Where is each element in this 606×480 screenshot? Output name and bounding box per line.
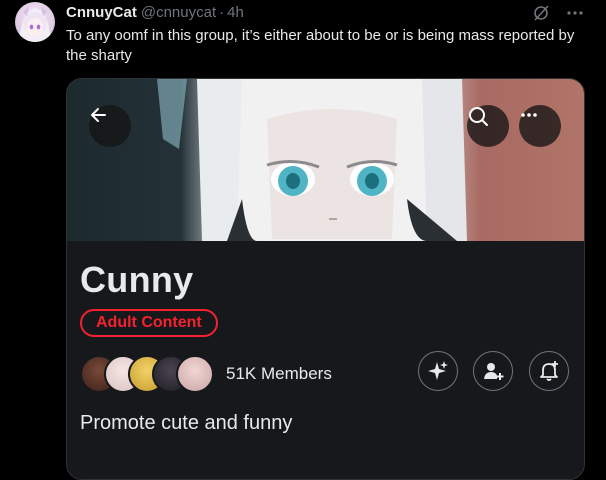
- tweet-header-actions: [532, 4, 584, 22]
- member-avatars[interactable]: [80, 355, 216, 393]
- tweet-header: CnnuyCat @cnnuycat · 4h: [66, 4, 244, 22]
- grok-icon[interactable]: [532, 4, 550, 22]
- more-icon: [521, 113, 537, 117]
- tweet-text: To any oomf in this group, it’s either a…: [66, 27, 575, 64]
- author-avatar[interactable]: [15, 2, 55, 42]
- invite-member-button[interactable]: [473, 351, 513, 391]
- more-icon[interactable]: [566, 4, 584, 22]
- tweet[interactable]: CnnuyCat @cnnuycat · 4h To any oomf in this…: [0, 0, 606, 480]
- add-member-icon: [484, 363, 504, 380]
- notification-bell-icon: [540, 361, 558, 381]
- tweet-timestamp[interactable]: 4h: [227, 4, 244, 21]
- author-handle[interactable]: @cnnuycat: [141, 4, 216, 21]
- adult-content-badge: Adult Content: [80, 309, 218, 337]
- author-name[interactable]: CnnuyCat: [66, 4, 137, 21]
- notifications-button[interactable]: [529, 351, 569, 391]
- community-name[interactable]: Cunny: [80, 259, 194, 301]
- members-count[interactable]: 51K Members: [226, 364, 332, 384]
- member-avatar: [176, 355, 214, 393]
- more-options-button[interactable]: [519, 105, 561, 147]
- search-button[interactable]: [467, 105, 509, 147]
- community-banner: [67, 79, 584, 241]
- search-icon: [469, 107, 488, 126]
- back-button[interactable]: [89, 105, 131, 147]
- community-card[interactable]: Cunny Adult Content 51K Members Promote …: [66, 78, 585, 480]
- community-description: Promote cute and funny: [80, 412, 293, 434]
- banner-artwork: [157, 79, 467, 241]
- separator-dot: ·: [219, 4, 225, 21]
- community-highlights-button[interactable]: [418, 351, 458, 391]
- back-arrow-icon: [91, 108, 106, 122]
- sparkle-icon: [428, 361, 448, 380]
